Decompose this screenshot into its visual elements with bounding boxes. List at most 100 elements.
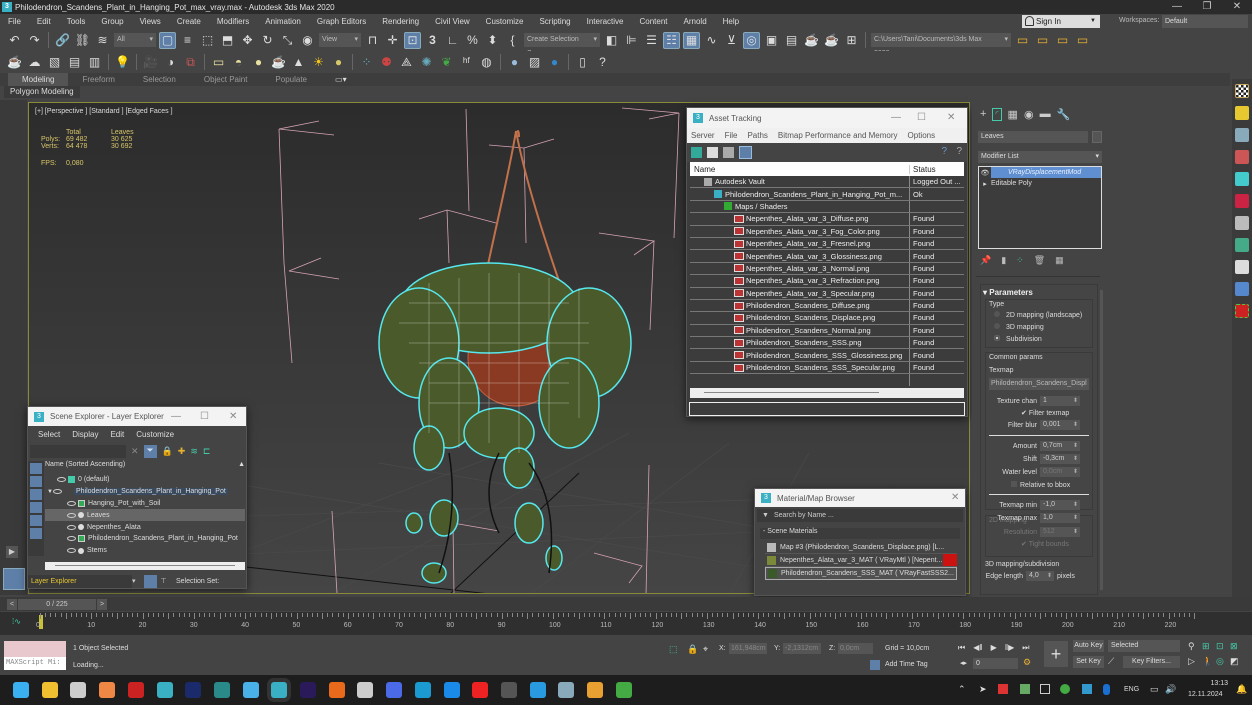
volume-icon[interactable]: 🔊 (1165, 684, 1176, 695)
ribbon-tab-modeling[interactable]: Modeling (8, 73, 69, 86)
named-selection-dropdown[interactable]: Create Selection Se (524, 33, 600, 57)
layers-icon[interactable]: ≋ (190, 446, 198, 457)
radio-subdivision[interactable]: Subdivision (989, 335, 1089, 343)
rollout-header[interactable]: ▾ Parameters (981, 285, 1097, 297)
maxscript-listener-pink[interactable] (4, 641, 66, 657)
help-alt-icon[interactable]: ? (956, 146, 962, 157)
field-of-view-icon[interactable]: ▷ (1188, 656, 1202, 667)
vray-lights-icon[interactable]: ▥ (86, 54, 103, 71)
select-manipulate-icon[interactable]: ✛ (384, 32, 401, 49)
asset-row[interactable]: Nepenthes_Alata_var_3_Normal.png Found (690, 262, 964, 276)
box-icon[interactable] (1235, 216, 1249, 230)
radio-3d-mapping[interactable]: 3D mapping (989, 323, 1089, 331)
add-layer-icon[interactable]: ✚ (178, 446, 186, 457)
set-project-icon[interactable]: ▭ (1074, 32, 1091, 49)
cube-icon[interactable] (1235, 282, 1249, 296)
motion-tab-icon[interactable]: ◉ (1024, 108, 1034, 121)
menu-tools[interactable]: Tools (59, 17, 94, 26)
visibility-eye-icon[interactable] (52, 489, 62, 495)
ribbon-tab-object-paint[interactable]: Object Paint (190, 73, 262, 86)
tray-app-icon[interactable]: ➤ (979, 684, 987, 695)
taskbar-photoshop-icon[interactable] (185, 682, 202, 698)
taskbar-app-download-icon[interactable] (587, 682, 603, 698)
options-dropdown-icon[interactable]: ▼ (757, 512, 774, 519)
hierarchy-mode-icon[interactable]: ⊤ (157, 577, 170, 585)
network-icon[interactable]: ▭ (1150, 684, 1159, 695)
layer-tree-item[interactable]: Hanging_Pot_with_Soil (45, 498, 245, 510)
path-field[interactable] (689, 402, 965, 417)
asset-row[interactable]: Philodendron_Scandens_SSS_Specular.png Fo… (690, 361, 964, 375)
placement-icon[interactable]: ◉ (299, 32, 316, 49)
menu-file[interactable]: File (0, 17, 29, 26)
sphere-icon[interactable] (1235, 128, 1249, 142)
pivot-icon[interactable]: ⊓ (364, 32, 381, 49)
menu-select[interactable]: Select (38, 430, 60, 439)
help-icon[interactable]: ? (941, 146, 947, 157)
project-path-dropdown[interactable]: C:\Users\Tani\Documents\3ds Max 2020 (871, 33, 1011, 57)
show-end-result-icon[interactable]: ▮ (1001, 255, 1006, 266)
asset-row[interactable]: Nepenthes_Alata_var_3_Fog_Color.png Found (690, 225, 964, 238)
object-color-swatch[interactable] (1092, 131, 1102, 143)
x-coordinate-field[interactable]: 161,948cm (729, 643, 767, 654)
texmap-max-spinner[interactable]: 1,0 (1040, 513, 1080, 523)
display-tab-icon[interactable]: ▬ (1040, 108, 1051, 121)
menu-graph-editors[interactable]: Graph Editors (309, 17, 374, 26)
render-iterative-icon[interactable]: ☕ (823, 32, 840, 49)
utilities-tab-icon[interactable]: 🔧 (1057, 108, 1071, 121)
tight-bounds-checkbox[interactable]: ✔ Tight bounds (1021, 540, 1089, 548)
key-tangent-icon[interactable]: ⟋ (1108, 656, 1114, 667)
table-view-icon[interactable] (739, 146, 752, 159)
spinner-snap-icon[interactable]: ⬍ (484, 32, 501, 49)
maximize-viewport-icon[interactable]: ◩ (1230, 656, 1244, 667)
close-button[interactable]: ✕ (1222, 0, 1252, 14)
grid-icon[interactable] (1235, 172, 1249, 186)
vray-material-converter-icon[interactable]: ▨ (526, 54, 543, 71)
maximize-button[interactable]: ☐ (200, 411, 209, 422)
schematic-view-icon[interactable]: ⊻ (723, 32, 740, 49)
display-spacewarps-icon[interactable] (30, 528, 42, 539)
render-region-icon[interactable]: ⊞ (843, 32, 860, 49)
ribbon-tab-selection[interactable]: Selection (129, 73, 190, 86)
asset-row[interactable]: Nepenthes_Alata_var_3_Specular.png Found (690, 287, 964, 300)
asset-row[interactable]: Autodesk Vault Logged Out ... (690, 176, 964, 189)
vray-sphere-light-icon[interactable]: ● (250, 54, 267, 71)
undo-icon[interactable]: ↶ (6, 32, 23, 49)
amount-spinner[interactable]: 0,7cm (1040, 441, 1080, 451)
vray-ambient-light-icon[interactable]: ● (330, 54, 347, 71)
filter-icon[interactable]: ⏷ (143, 444, 157, 458)
layer-tree-item[interactable]: Nepenthes_Alata (45, 521, 245, 533)
clock-date[interactable]: 12.11.2024 (1188, 691, 1223, 698)
asset-row[interactable]: Nepenthes_Alata_var_3_Glossiness.png Foun… (690, 250, 964, 263)
close-button[interactable]: ✕ (951, 492, 959, 503)
texture-chan-spinner[interactable]: 1 (1040, 396, 1080, 406)
taskbar-app-search-icon[interactable] (357, 682, 374, 698)
menu-paths[interactable]: Paths (747, 131, 767, 140)
asset-row[interactable]: Philodendron_Scandens_Normal.png Found (690, 324, 964, 338)
texmap-button[interactable]: Philodendron_Scandens_Displ (989, 378, 1089, 390)
taskbar-task-view-icon[interactable] (70, 682, 87, 698)
vray-render-icon[interactable]: ☕ (6, 54, 23, 71)
notifications-icon[interactable]: 🔔 (1236, 684, 1247, 695)
vray-dome-camera-icon[interactable]: ◑ (162, 54, 179, 71)
filter-texmap-checkbox[interactable]: ✔ Filter texmap (1021, 409, 1089, 417)
visibility-eye-icon[interactable] (67, 524, 76, 530)
minimize-button[interactable]: — (1162, 0, 1192, 14)
resolution-spinner[interactable]: 512 (1040, 527, 1080, 537)
object-name-field[interactable]: Leaves (978, 131, 1088, 143)
menu-edit[interactable]: Edit (110, 430, 124, 439)
render-setup-icon[interactable]: ▣ (763, 32, 780, 49)
minimize-button[interactable]: — (171, 411, 181, 422)
menu-rendering[interactable]: Rendering (374, 17, 427, 26)
zoom-extents-all-icon[interactable]: ⊠ (1230, 641, 1244, 652)
next-frame-button[interactable]: > (97, 599, 107, 610)
taskbar-chrome-icon[interactable] (99, 682, 116, 698)
tray-utorrent-icon[interactable] (1060, 684, 1070, 694)
orbit-icon[interactable]: ◎ (1216, 656, 1230, 667)
align-icon[interactable]: ⊫ (623, 32, 640, 49)
taskbar-file-explorer-icon[interactable] (41, 682, 58, 698)
modifier-stack-item[interactable]: ▸ Editable Poly (979, 178, 1101, 189)
menu-customize[interactable]: Customize (478, 17, 532, 26)
layer-tree-item[interactable]: Stems (45, 545, 245, 557)
add-time-tag-button[interactable]: Add Time Tag (885, 661, 928, 668)
vray-plane-light-icon[interactable]: ▭ (210, 54, 227, 71)
